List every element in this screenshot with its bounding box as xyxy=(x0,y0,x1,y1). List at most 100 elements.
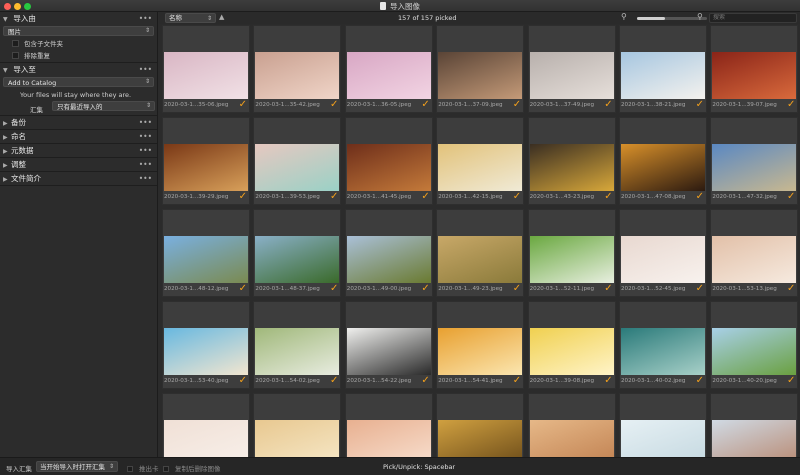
thumbnail-cell[interactable]: 2020-03-1...36-05.jpeg ✓ xyxy=(344,25,433,113)
sidebar-section-header[interactable]: ▶ 文件简介 ••• xyxy=(0,172,157,185)
pick-checkmark-icon[interactable]: ✓ xyxy=(239,99,247,110)
pick-checkmark-icon[interactable]: ✓ xyxy=(513,283,521,294)
thumbnail-cell[interactable]: 2020-03-1...41-45.jpeg ✓ xyxy=(344,117,433,205)
thumbnail-cell[interactable]: 2020-03-1...37-09.jpeg ✓ xyxy=(436,25,525,113)
exclude-duplicates-checkbox[interactable] xyxy=(12,52,19,59)
photo-thumbnail[interactable] xyxy=(346,144,431,191)
more-options-icon[interactable]: ••• xyxy=(139,158,152,171)
pick-checkmark-icon[interactable]: ✓ xyxy=(513,375,521,386)
photo-thumbnail[interactable] xyxy=(621,420,705,457)
pick-checkmark-icon[interactable]: ✓ xyxy=(330,191,338,202)
photo-thumbnail[interactable] xyxy=(255,144,340,191)
thumbnail-cell[interactable]: 2020-03-1...52-45.jpeg ✓ xyxy=(619,209,707,297)
sidebar-section-header[interactable]: ▶ 备份 ••• xyxy=(0,116,157,129)
thumbnail-cell[interactable]: 2020-03-1...39-08.jpeg ✓ xyxy=(527,301,616,389)
photo-thumbnail[interactable] xyxy=(621,52,705,99)
pick-checkmark-icon[interactable]: ✓ xyxy=(696,283,704,294)
eject-card-option[interactable]: 推出卡 xyxy=(127,463,159,473)
photo-thumbnail[interactable] xyxy=(712,52,797,99)
more-options-icon[interactable]: ••• xyxy=(139,12,152,25)
pick-checkmark-icon[interactable]: ✓ xyxy=(239,283,247,294)
pick-checkmark-icon[interactable]: ✓ xyxy=(696,375,704,386)
thumbnail-cell[interactable]: 2020-03-1...48-12.jpeg ✓ xyxy=(162,209,250,297)
thumbnail-cell[interactable]: 2020-03-1...54-41.jpeg ✓ xyxy=(436,301,525,389)
pick-checkmark-icon[interactable]: ✓ xyxy=(330,99,338,110)
eject-card-checkbox[interactable] xyxy=(127,466,133,472)
pick-checkmark-icon[interactable]: ✓ xyxy=(696,99,704,110)
thumbnail-cell[interactable]: 2020-03-1...40-02.jpeg ✓ xyxy=(619,301,707,389)
photo-thumbnail[interactable] xyxy=(712,236,797,283)
pick-checkmark-icon[interactable]: ✓ xyxy=(513,191,521,202)
pick-checkmark-icon[interactable]: ✓ xyxy=(421,99,429,110)
pick-checkmark-icon[interactable]: ✓ xyxy=(239,375,247,386)
thumbnail-cell[interactable]: 2020-03-1...49-00.jpeg ✓ xyxy=(344,209,433,297)
pick-checkmark-icon[interactable]: ✓ xyxy=(421,191,429,202)
pick-checkmark-icon[interactable]: ✓ xyxy=(696,191,704,202)
thumbnail-cell[interactable]: 2020-03-1...47-32.jpeg ✓ xyxy=(710,117,799,205)
photo-thumbnail[interactable] xyxy=(529,144,614,191)
photo-thumbnail[interactable] xyxy=(255,420,340,457)
thumbnail-cell[interactable] xyxy=(436,393,525,457)
thumbnail-cell[interactable]: 2020-03-1...35-42.jpeg ✓ xyxy=(253,25,342,113)
thumbnail-cell[interactable]: 2020-03-1...37-49.jpeg ✓ xyxy=(527,25,616,113)
pick-checkmark-icon[interactable]: ✓ xyxy=(330,375,338,386)
photo-thumbnail[interactable] xyxy=(164,328,248,375)
more-options-icon[interactable]: ••• xyxy=(139,144,152,157)
photo-thumbnail[interactable] xyxy=(712,420,797,457)
pick-checkmark-icon[interactable]: ✓ xyxy=(787,99,795,110)
thumbnail-cell[interactable]: 2020-03-1...39-07.jpeg ✓ xyxy=(710,25,799,113)
thumbnail-cell[interactable]: 2020-03-1...40-20.jpeg ✓ xyxy=(710,301,799,389)
sidebar-section-header[interactable]: ▶ 调整 ••• xyxy=(0,158,157,171)
more-options-icon[interactable]: ••• xyxy=(139,130,152,143)
zoom-out-icon[interactable]: ⚲ xyxy=(621,12,627,21)
photo-thumbnail[interactable] xyxy=(346,236,431,283)
photo-thumbnail[interactable] xyxy=(164,144,248,191)
pick-checkmark-icon[interactable]: ✓ xyxy=(239,191,247,202)
thumbnail-cell[interactable] xyxy=(344,393,433,457)
include-subfolders-checkbox[interactable] xyxy=(12,40,19,47)
thumbnail-cell[interactable]: 2020-03-1...53-13.jpeg ✓ xyxy=(710,209,799,297)
thumbnail-cell[interactable]: 2020-03-1...54-02.jpeg ✓ xyxy=(253,301,342,389)
zoom-in-icon[interactable]: ⚲ xyxy=(697,12,703,21)
more-options-icon[interactable]: ••• xyxy=(139,116,152,129)
photo-thumbnail[interactable] xyxy=(255,328,340,375)
sort-dropdown[interactable]: 名称 ⇕ xyxy=(165,13,216,23)
import-source-dropdown[interactable]: 图片 ⇕ xyxy=(3,26,154,36)
thumbnail-cell[interactable]: 2020-03-1...49-23.jpeg ✓ xyxy=(436,209,525,297)
pick-checkmark-icon[interactable]: ✓ xyxy=(604,375,612,386)
thumbnail-cell[interactable]: 2020-03-1...43-23.jpeg ✓ xyxy=(527,117,616,205)
pick-checkmark-icon[interactable]: ✓ xyxy=(421,375,429,386)
album-dropdown[interactable]: 只有最近导入的 ⇕ xyxy=(52,101,155,111)
thumbnail-cell[interactable]: 2020-03-1...48-37.jpeg ✓ xyxy=(253,209,342,297)
pick-checkmark-icon[interactable]: ✓ xyxy=(330,283,338,294)
photo-thumbnail[interactable] xyxy=(164,236,248,283)
more-options-icon[interactable]: ••• xyxy=(139,63,152,76)
search-input[interactable] xyxy=(709,13,797,23)
pick-checkmark-icon[interactable]: ✓ xyxy=(787,375,795,386)
thumbnail-cell[interactable] xyxy=(162,393,250,457)
more-options-icon[interactable]: ••• xyxy=(139,172,152,185)
photo-thumbnail[interactable] xyxy=(529,328,614,375)
photo-thumbnail[interactable] xyxy=(346,328,431,375)
thumbnail-cell[interactable]: 2020-03-1...35-06.jpeg ✓ xyxy=(162,25,250,113)
thumbnail-cell[interactable] xyxy=(619,393,707,457)
photo-thumbnail[interactable] xyxy=(346,52,431,99)
thumbnail-cell[interactable]: 2020-03-1...53-40.jpeg ✓ xyxy=(162,301,250,389)
thumbnail-cell[interactable]: 2020-03-1...47-08.jpeg ✓ xyxy=(619,117,707,205)
thumbnail-cell[interactable] xyxy=(710,393,799,457)
photo-thumbnail[interactable] xyxy=(621,328,705,375)
thumbnail-cell[interactable]: 2020-03-1...42-15.jpeg ✓ xyxy=(436,117,525,205)
photo-thumbnail[interactable] xyxy=(712,328,797,375)
sidebar-section-header[interactable]: ▶ 命名 ••• xyxy=(0,130,157,143)
thumbnail-cell[interactable]: 2020-03-1...39-29.jpeg ✓ xyxy=(162,117,250,205)
photo-thumbnail[interactable] xyxy=(255,236,340,283)
photo-thumbnail[interactable] xyxy=(438,144,523,191)
photo-thumbnail[interactable] xyxy=(438,236,523,283)
photo-thumbnail[interactable] xyxy=(438,420,523,457)
pick-checkmark-icon[interactable]: ✓ xyxy=(787,191,795,202)
photo-thumbnail[interactable] xyxy=(346,420,431,457)
import-to-header[interactable]: ▼ 导入至 ••• xyxy=(0,63,157,76)
photo-thumbnail[interactable] xyxy=(529,52,614,99)
thumbnail-cell[interactable]: 2020-03-1...52-11.jpeg ✓ xyxy=(527,209,616,297)
sort-direction-icon[interactable]: ▲ xyxy=(219,13,224,21)
